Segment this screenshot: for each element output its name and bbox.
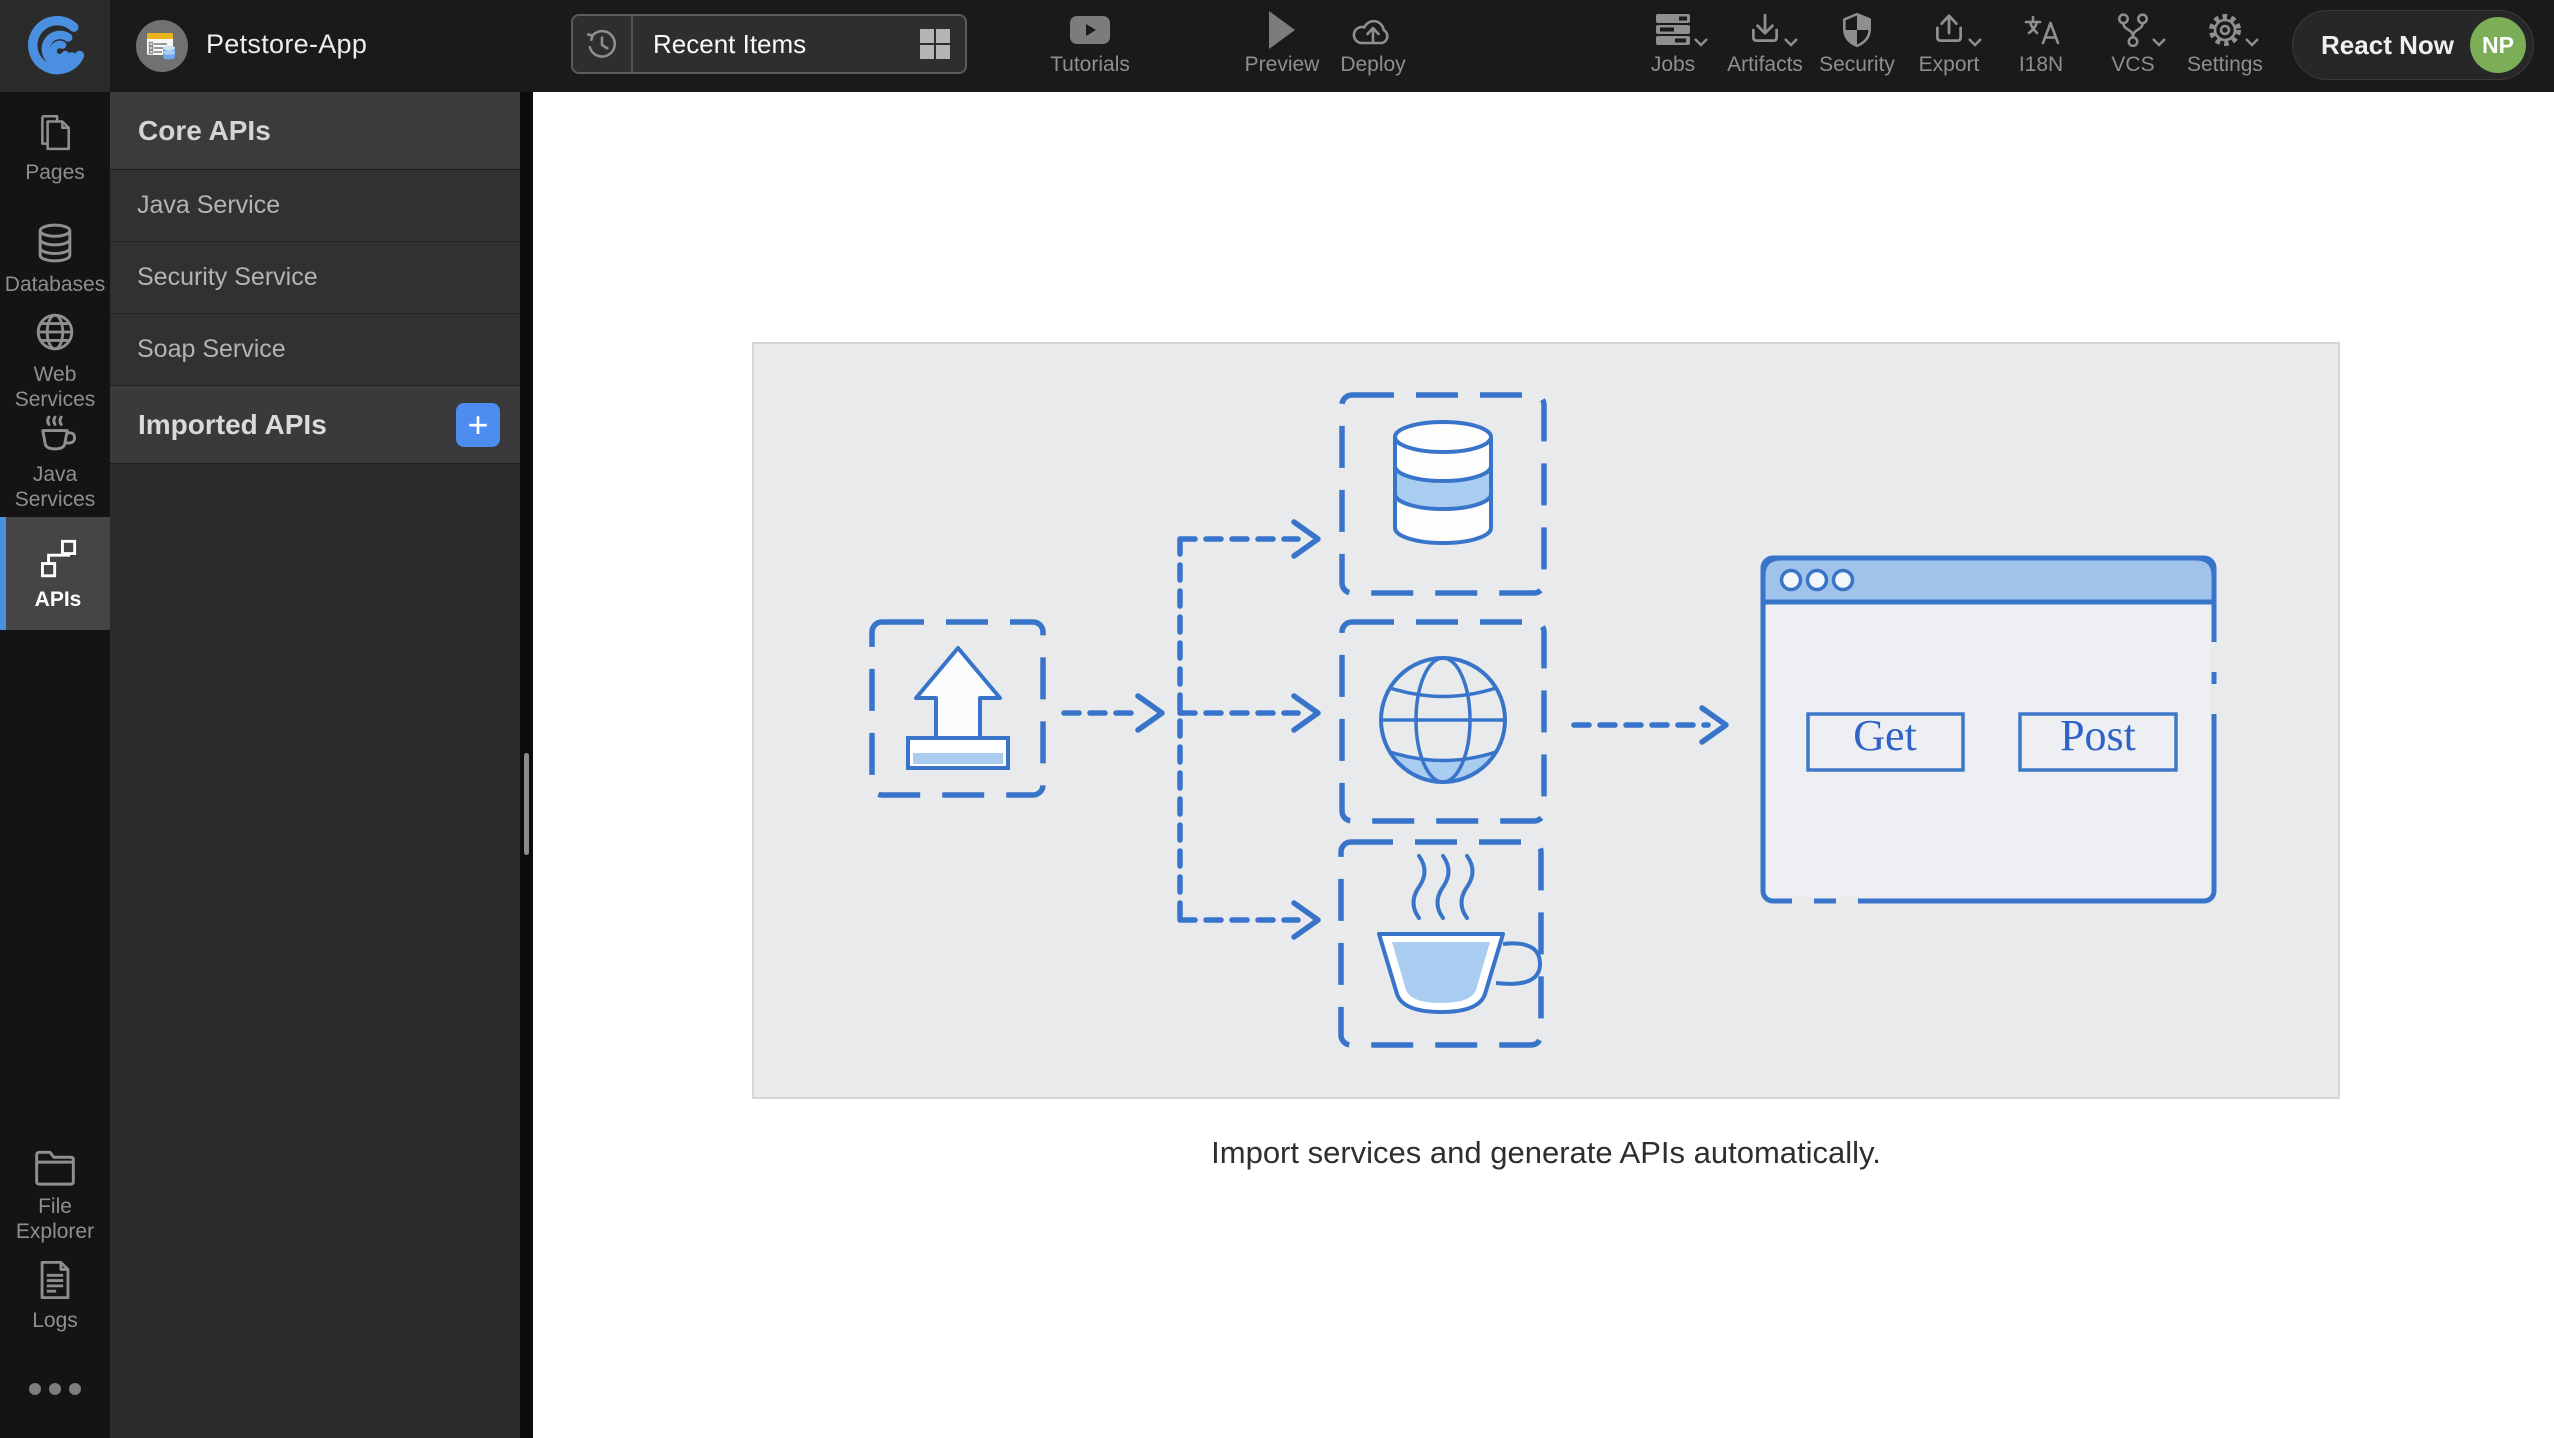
more-options-button[interactable]: [0, 1382, 110, 1396]
gear-settings-icon: [2206, 8, 2259, 52]
toolbar-item-i18n[interactable]: I18N: [1995, 8, 2087, 77]
react-now-button[interactable]: React Now NP: [2292, 10, 2534, 80]
coffee-cup-icon: [41, 415, 77, 451]
recent-items-dropdown[interactable]: Recent Items: [571, 14, 967, 74]
left-icon-sidebar: Pages Databases Web Services Java Servic…: [0, 92, 110, 1438]
toolbar-item-vcs[interactable]: VCS: [2087, 8, 2179, 77]
imported-apis-header: Imported APIs +: [110, 386, 520, 464]
globe-icon: [36, 313, 74, 351]
add-imported-api-button[interactable]: +: [456, 403, 500, 447]
toolbar-item-jobs[interactable]: Jobs: [1627, 8, 1719, 77]
top-header-bar: Petstore-App Recent Items Tutorials Prev…: [0, 0, 2554, 92]
user-avatar[interactable]: NP: [2470, 17, 2526, 73]
toolbar-item-preview[interactable]: Preview: [1236, 8, 1328, 77]
ellipsis-icon: [29, 1383, 81, 1395]
recent-items-label: Recent Items: [653, 28, 807, 59]
chevron-down-icon: [2244, 34, 2260, 52]
sidebar-item-java-services[interactable]: Java Services: [0, 412, 110, 512]
panel-item-security-service[interactable]: Security Service: [110, 242, 520, 314]
toolbar-item-artifacts[interactable]: Artifacts: [1719, 8, 1811, 77]
get-button-label: Get: [1853, 711, 1917, 760]
chevron-down-icon: [1693, 34, 1709, 52]
brand-logo-button[interactable]: [0, 0, 110, 92]
translate-i18n-icon: [2022, 8, 2060, 52]
security-shield-icon: [1839, 8, 1875, 52]
apis-panel: Core APIs Java Service Security Service …: [110, 92, 520, 1438]
browser-window-dots: [1779, 568, 1855, 592]
git-branch-icon: [2115, 8, 2166, 52]
panel-resize-strip[interactable]: [520, 92, 533, 1438]
toolbar-item-export[interactable]: Export: [1903, 8, 1995, 77]
chevron-down-icon: [2151, 34, 2167, 52]
database-icon: [38, 223, 72, 263]
import-services-illustration: Get Post: [752, 342, 2340, 1099]
react-now-label: React Now: [2321, 29, 2454, 60]
export-share-icon: [1931, 8, 1982, 52]
post-button-label: Post: [2060, 711, 2136, 760]
grid-view-icon[interactable]: [918, 27, 952, 61]
apis-connection-icon: [41, 539, 77, 578]
sidebar-item-pages[interactable]: Pages: [0, 112, 110, 185]
panel-item-java-service[interactable]: Java Service: [110, 170, 520, 242]
jobs-server-icon: [1653, 8, 1708, 52]
sidebar-item-web-services[interactable]: Web Services: [0, 310, 110, 412]
database-icon: [1393, 420, 1493, 545]
sidebar-item-file-explorer[interactable]: File Explorer: [0, 1148, 110, 1244]
toolbar-item-settings[interactable]: Settings: [2179, 8, 2271, 77]
empty-state-caption: Import services and generate APIs automa…: [1211, 1135, 1881, 1170]
pages-icon: [41, 114, 70, 151]
wavemaker-studio-window: Petstore-App Recent Items Tutorials Prev…: [0, 0, 2554, 1438]
browser-window-illustration: Get Post: [1760, 555, 2218, 905]
main-content-area: Get Post Import services and generate AP…: [533, 92, 2554, 1438]
panel-item-soap-service[interactable]: Soap Service: [110, 314, 520, 386]
project-app-icon[interactable]: [134, 18, 190, 74]
artifacts-download-icon: [1747, 8, 1798, 52]
cloud-deploy-icon: [1351, 8, 1395, 52]
toolbar-item-deploy[interactable]: Deploy: [1327, 8, 1419, 77]
toolbar-item-tutorials[interactable]: Tutorials: [1044, 8, 1136, 77]
play-preview-icon: [1267, 8, 1297, 52]
sidebar-item-apis[interactable]: APIs: [0, 517, 110, 630]
youtube-tutorials-icon: [1069, 8, 1111, 52]
toolbar-right-group: Jobs Artifacts Security Export I18N VCS …: [1627, 8, 2271, 77]
logs-document-icon: [40, 1260, 70, 1300]
toolbar-item-security[interactable]: Security: [1811, 8, 1903, 77]
sidebar-item-logs[interactable]: Logs: [0, 1260, 110, 1333]
wavemaker-logo-icon: [28, 16, 85, 75]
scrollbar-thumb[interactable]: [524, 753, 529, 855]
app-title: Petstore-App: [206, 29, 368, 59]
core-apis-header: Core APIs: [110, 92, 520, 170]
folder-icon: [35, 1150, 75, 1186]
chevron-down-icon: [1967, 34, 1983, 52]
history-icon: [573, 16, 633, 72]
sidebar-item-databases[interactable]: Databases: [0, 222, 110, 297]
chevron-down-icon: [1783, 34, 1799, 52]
